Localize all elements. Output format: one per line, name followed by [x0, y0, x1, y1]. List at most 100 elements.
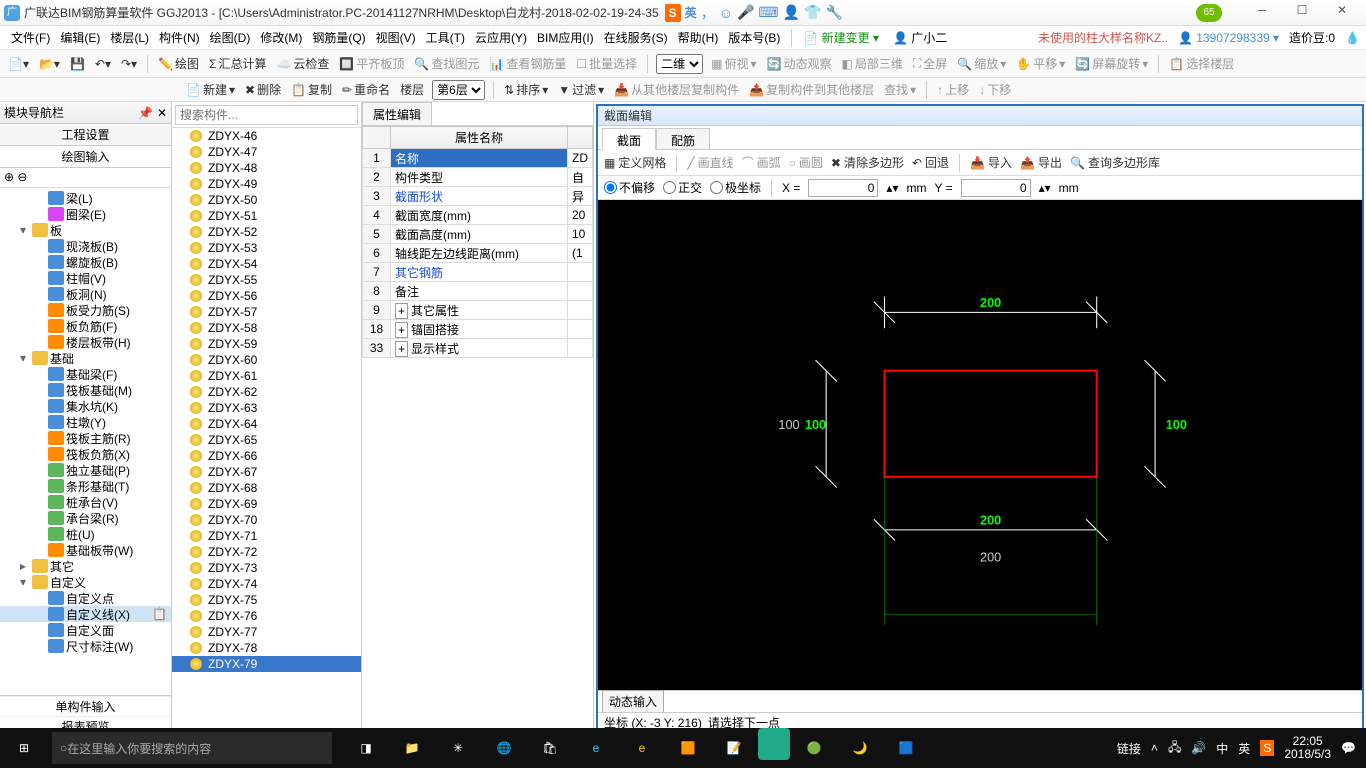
new-change-button[interactable]: 📄 新建变更 ▾: [798, 27, 884, 48]
app-fan-icon[interactable]: ✳: [436, 728, 480, 768]
app-browser1-icon[interactable]: 🌐: [482, 728, 526, 768]
x-spinner-icon[interactable]: ▴▾: [886, 181, 898, 195]
phone-number[interactable]: 👤 13907298339 ▾: [1178, 31, 1279, 45]
list-item[interactable]: ZDYX-48: [172, 160, 361, 176]
user-small[interactable]: 👤 广小二: [888, 27, 952, 48]
sort-button[interactable]: ⇅排序▾: [502, 81, 550, 98]
list-item[interactable]: ZDYX-56: [172, 288, 361, 304]
tree-node[interactable]: ▾板: [0, 222, 171, 238]
app-calc-icon[interactable]: 🟧: [666, 728, 710, 768]
pin-icon[interactable]: 📌: [138, 106, 153, 120]
nav-collapse-icon[interactable]: ⊖: [17, 170, 27, 184]
draw-line-button[interactable]: ╱画直线: [687, 154, 733, 171]
tree-node[interactable]: 独立基础(P): [0, 462, 171, 478]
draw-arc-button[interactable]: ⌒画弧: [742, 154, 781, 171]
tray-volume-icon[interactable]: 🔊: [1191, 741, 1206, 755]
draw-circle-button[interactable]: ○画圆: [789, 154, 823, 171]
list-item[interactable]: ZDYX-77: [172, 624, 361, 640]
drawing-canvas[interactable]: 200 200 200 100 100: [598, 200, 1362, 690]
tree-node[interactable]: ▸其它: [0, 558, 171, 574]
app-explorer-icon[interactable]: 📁: [390, 728, 434, 768]
property-grid[interactable]: 属性名称 1名称ZD2构件类型自3截面形状异4截面宽度(mm)205截面高度(m…: [362, 126, 593, 736]
app-360-icon[interactable]: 🟢: [792, 728, 836, 768]
prop-row[interactable]: 4截面宽度(mm)20: [363, 206, 593, 225]
y-spinner-icon[interactable]: ▴▾: [1039, 181, 1051, 195]
tree-node[interactable]: 螺旋板(B): [0, 254, 171, 270]
menu-item[interactable]: 修改(M): [255, 29, 307, 47]
delete-comp-button[interactable]: ✖删除: [243, 81, 283, 98]
app-edge-icon[interactable]: e: [574, 728, 618, 768]
tray-clock[interactable]: 22:052018/5/3: [1284, 735, 1331, 761]
list-item[interactable]: ZDYX-60: [172, 352, 361, 368]
tree-node[interactable]: ▾基础: [0, 350, 171, 366]
list-item[interactable]: ZDYX-76: [172, 608, 361, 624]
pan-button[interactable]: ✋平移▾: [1014, 55, 1067, 72]
view-mode-select[interactable]: 二维: [656, 54, 703, 74]
list-item[interactable]: ZDYX-65: [172, 432, 361, 448]
floor-select[interactable]: 第6层: [432, 80, 485, 100]
list-item[interactable]: ZDYX-57: [172, 304, 361, 320]
find-button[interactable]: 查找▾: [882, 81, 918, 98]
open-file-icon[interactable]: 📂▾: [37, 57, 62, 71]
ime-mic-icon[interactable]: 🎤: [737, 4, 754, 21]
save-icon[interactable]: 💾: [68, 57, 87, 71]
ime-keyboard-icon[interactable]: ⌨: [758, 4, 778, 21]
ime-wrench-icon[interactable]: 🔧: [826, 4, 843, 21]
redo-icon[interactable]: ↷▾: [119, 57, 139, 71]
ime-smile-icon[interactable]: ☺: [719, 5, 733, 21]
menu-item[interactable]: 视图(V): [371, 29, 421, 47]
ime-comma-icon[interactable]: ，: [701, 3, 715, 23]
list-item[interactable]: ZDYX-49: [172, 176, 361, 192]
menu-item[interactable]: 文件(F): [6, 29, 55, 47]
draw-button[interactable]: ✏️绘图: [156, 55, 201, 72]
sum-button[interactable]: Σ 汇总计算: [207, 55, 268, 72]
rename-comp-button[interactable]: ✏重命名: [340, 81, 392, 98]
opt-ortho[interactable]: 正交: [663, 179, 702, 196]
tray-ime-icon[interactable]: 中: [1216, 740, 1228, 757]
tree-node[interactable]: 承台梁(R): [0, 510, 171, 526]
list-item[interactable]: ZDYX-55: [172, 272, 361, 288]
tree-node[interactable]: 板负筋(F): [0, 318, 171, 334]
undo-button[interactable]: ↶回退: [912, 154, 949, 171]
tree-node[interactable]: 集水坑(K): [0, 398, 171, 414]
list-item[interactable]: ZDYX-54: [172, 256, 361, 272]
app-misc-icon[interactable]: 🟦: [884, 728, 928, 768]
prop-row[interactable]: 2构件类型自: [363, 168, 593, 187]
minimize-button[interactable]: ─: [1242, 3, 1282, 23]
menu-item[interactable]: 帮助(H): [673, 29, 724, 47]
list-item[interactable]: ZDYX-75: [172, 592, 361, 608]
tray-notifications-icon[interactable]: 💬: [1341, 741, 1356, 755]
component-list[interactable]: ZDYX-46ZDYX-47ZDYX-48ZDYX-49ZDYX-50ZDYX-…: [172, 128, 361, 736]
list-item[interactable]: ZDYX-72: [172, 544, 361, 560]
app-ggj-icon[interactable]: [758, 728, 790, 760]
query-lib-button[interactable]: 🔍查询多边形库: [1070, 154, 1160, 171]
import-button[interactable]: 📥导入: [970, 154, 1012, 171]
nav-foot-single[interactable]: 单构件输入: [0, 696, 171, 716]
app-moon-icon[interactable]: 🌙: [838, 728, 882, 768]
select-floor-button[interactable]: 📋选择楼层: [1167, 55, 1236, 72]
clear-polygon-button[interactable]: ✖清除多边形: [831, 154, 904, 171]
tree-node[interactable]: 板受力筋(S): [0, 302, 171, 318]
prop-row[interactable]: 8备注: [363, 282, 593, 301]
view-rebar-button[interactable]: 📊查看钢筋量: [487, 55, 568, 72]
prop-row[interactable]: 5截面高度(mm)10: [363, 225, 593, 244]
list-item[interactable]: ZDYX-51: [172, 208, 361, 224]
new-comp-button[interactable]: 📄新建▾: [184, 81, 237, 98]
menu-item[interactable]: 工具(T): [421, 29, 470, 47]
nav-expand-icon[interactable]: ⊕: [4, 170, 14, 184]
menu-item[interactable]: 在线服务(S): [599, 29, 673, 47]
list-item[interactable]: ZDYX-66: [172, 448, 361, 464]
prop-row[interactable]: 18+锚固搭接: [363, 320, 593, 339]
menu-item[interactable]: 楼层(L): [105, 29, 154, 47]
prop-row[interactable]: 1名称ZD: [363, 149, 593, 168]
maximize-button[interactable]: ☐: [1282, 3, 1322, 23]
ime-person-icon[interactable]: 👤: [783, 4, 800, 21]
fullscreen-button[interactable]: ⛶全屏: [911, 55, 949, 72]
tray-sogou-icon[interactable]: S: [1260, 740, 1274, 756]
list-item[interactable]: ZDYX-61: [172, 368, 361, 384]
prop-row[interactable]: 33+显示样式: [363, 339, 593, 358]
tree-node[interactable]: 自定义点: [0, 590, 171, 606]
menu-item[interactable]: 版本号(B): [723, 29, 785, 47]
local-3d-button[interactable]: ◧局部三维: [839, 55, 904, 72]
orbit-button[interactable]: 🔄动态观察: [765, 55, 834, 72]
